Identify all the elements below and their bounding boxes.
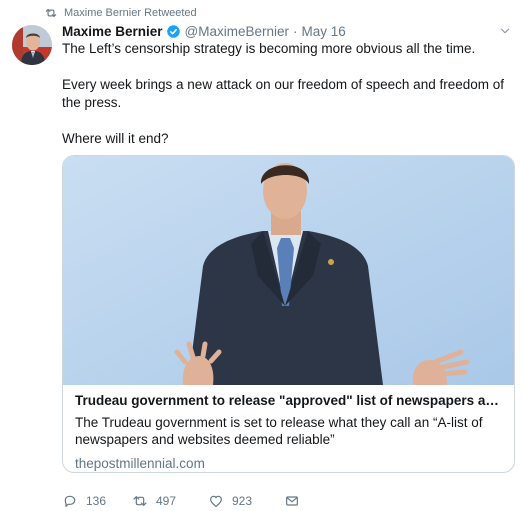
direct-message-button[interactable]	[284, 493, 308, 509]
retweet-context-label[interactable]: Maxime Bernier Retweeted	[64, 7, 197, 19]
tweet-paragraph: The Left’s censorship strategy is becomi…	[62, 41, 476, 56]
tweet-paragraph: Where will it end?	[62, 131, 169, 146]
card-description: The Trudeau government is set to release…	[75, 415, 483, 447]
retweet-icon	[133, 496, 147, 506]
card-image	[63, 156, 514, 385]
tweet-header: Maxime Bernier @MaximeBernier · May 16	[62, 22, 346, 40]
heart-icon	[210, 495, 222, 507]
card-info: Trudeau government to release "approved"…	[75, 392, 505, 471]
avatar[interactable]	[12, 25, 52, 65]
verified-badge-icon	[166, 24, 180, 38]
link-card[interactable]: Trudeau government to release "approved"…	[62, 155, 515, 473]
tweet-text: The Left’s censorship strategy is becomi…	[62, 40, 510, 166]
reply-count: 136	[86, 494, 107, 508]
retweet-icon	[45, 8, 57, 18]
reply-icon	[64, 495, 76, 507]
retweet-count: 497	[156, 494, 177, 508]
retweet-button[interactable]: 497	[132, 493, 208, 509]
author-handle[interactable]: @MaximeBernier	[185, 24, 289, 39]
like-count: 923	[232, 494, 253, 508]
direct-message-icon	[286, 496, 298, 506]
tweet-date[interactable]: May 16	[302, 24, 346, 39]
tweet[interactable]: Maxime Bernier Retweeted Maxime Bernier …	[0, 0, 526, 511]
author-name[interactable]: Maxime Bernier	[62, 24, 163, 39]
tweet-paragraph: Every week brings a new attack on our fr…	[62, 77, 504, 110]
reply-button[interactable]: 136	[62, 493, 132, 509]
retweet-context: Maxime Bernier Retweeted	[44, 5, 197, 21]
separator-dot: ·	[293, 23, 298, 39]
card-title[interactable]: Trudeau government to release "approved"…	[75, 392, 505, 410]
tweet-actions: 136 497 923	[62, 492, 308, 510]
card-domain: thepostmillennial.com	[75, 456, 205, 471]
like-button[interactable]: 923	[208, 493, 284, 509]
chevron-down-icon[interactable]	[498, 24, 512, 38]
